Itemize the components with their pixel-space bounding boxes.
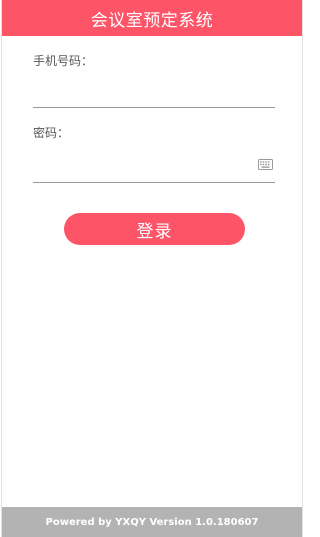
version-text: Powered by YXQY Version 1.0.180607	[45, 516, 259, 528]
login-button[interactable]: 登录	[64, 213, 245, 245]
app-header: 会议室预定系统	[2, 0, 302, 36]
phone-field[interactable]	[33, 82, 275, 108]
password-field[interactable]	[33, 157, 275, 183]
password-label: 密码：	[33, 126, 70, 140]
phone-label: 手机号码：	[33, 54, 94, 68]
page-title: 会议室预定系统	[90, 10, 214, 31]
footer: Powered by YXQY Version 1.0.180607	[2, 507, 302, 537]
login-screen: 会议室预定系统 手机号码： 密码： 登录 Powered by YXQY Ver…	[1, 0, 303, 537]
keyboard-icon[interactable]	[258, 159, 273, 170]
